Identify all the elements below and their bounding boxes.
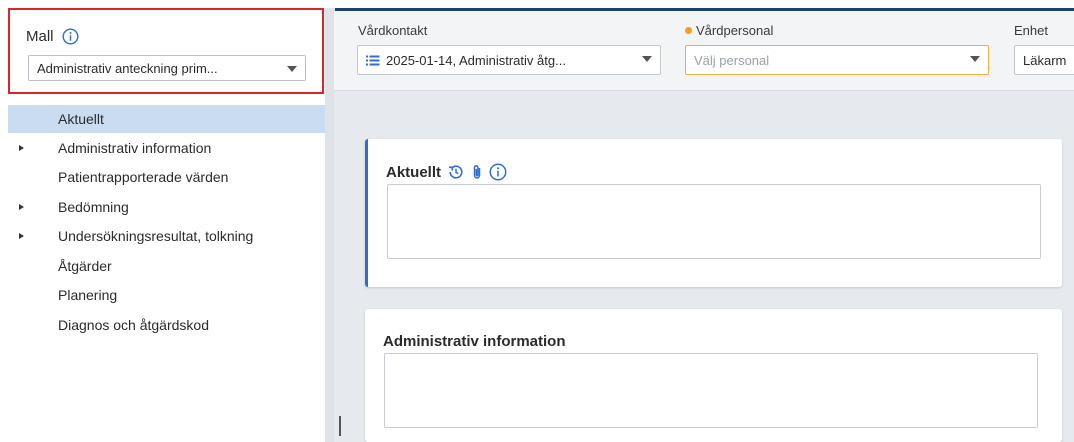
enhet-value: Läkarm [1023,52,1067,68]
nav-item-patientrapporterade-varden[interactable]: Patientrapporterade värden [8,163,325,193]
section-title: Aktuellt [386,163,442,181]
nav-item-label: Undersökningsresultat, tolkning [58,228,254,245]
encounter-header: Vårdkontakt 2025-01-14, Administrativ åt… [334,11,1074,91]
vardkontakt-select[interactable]: 2025-01-14, Administrativ åtg... [357,45,661,75]
left-panel: Mall Administrativ anteckning prim... Ak… [8,8,325,442]
nav-item-label: Diagnos och åtgärdskod [58,316,209,333]
vardpersonal-label: Vårdpersonal [685,23,773,38]
resize-handle[interactable] [339,416,341,436]
nav-item-label: Patientrapporterade värden [58,169,229,186]
nav-item-label: Administrativ information [58,139,212,156]
expand-arrow-icon[interactable] [19,144,24,151]
required-dot [685,27,692,34]
section-card-administrativ-information: Administrativ information [365,309,1062,442]
nav-item-planering[interactable]: Planering [8,281,325,311]
list-icon [366,55,380,66]
template-select-value: Administrativ anteckning prim... [37,60,218,76]
info-icon[interactable] [489,163,507,181]
nav-item-aktuellt[interactable]: Aktuellt [8,105,325,133]
aktuellt-textarea[interactable] [387,184,1041,259]
template-selector-panel: Mall Administrativ anteckning prim... [8,8,324,94]
template-select[interactable]: Administrativ anteckning prim... [28,55,306,81]
vardpersonal-placeholder: Välj personal [694,52,770,68]
history-icon[interactable] [447,163,465,181]
info-icon[interactable] [62,28,79,45]
nav-item-undersokningsresultat[interactable]: Undersökningsresultat, tolkning [8,222,325,252]
nav-item-atgarder[interactable]: Åtgärder [8,251,325,281]
expand-arrow-icon[interactable] [19,203,24,210]
section-nav: Aktuellt Administrativ information Patie… [8,105,325,340]
template-header: Mall [26,28,79,45]
vardpersonal-select[interactable]: Välj personal [685,45,989,75]
section-title: Administrativ information [383,333,566,350]
nav-item-diagnos-och-atgardskod[interactable]: Diagnos och åtgärdskod [8,310,325,340]
paperclip-icon[interactable] [468,163,486,181]
section-icons [447,163,507,181]
chevron-down-icon [970,56,980,62]
vardkontakt-label: Vårdkontakt [358,23,428,38]
chevron-down-icon [287,66,297,72]
section-card-aktuellt: Aktuellt [365,139,1062,287]
nav-item-label: Åtgärder [58,257,112,274]
nav-item-label: Bedömning [58,198,129,215]
enhet-label: Enhet [1014,23,1048,38]
section-header: Administrativ information [383,333,566,350]
nav-item-bedomning[interactable]: Bedömning [8,192,325,222]
nav-item-administrativ-information[interactable]: Administrativ information [8,133,325,163]
administrativ-information-textarea[interactable] [384,353,1038,428]
vardkontakt-value: 2025-01-14, Administrativ åtg... [386,52,566,68]
expand-arrow-icon[interactable] [19,233,24,240]
nav-item-label: Aktuellt [58,111,104,127]
section-header: Aktuellt [386,163,507,181]
nav-item-label: Planering [58,287,118,304]
chevron-down-icon [642,56,652,62]
main-content: Vårdkontakt 2025-01-14, Administrativ åt… [334,11,1074,442]
template-label: Mall [26,28,54,45]
enhet-select[interactable]: Läkarm [1014,45,1074,75]
